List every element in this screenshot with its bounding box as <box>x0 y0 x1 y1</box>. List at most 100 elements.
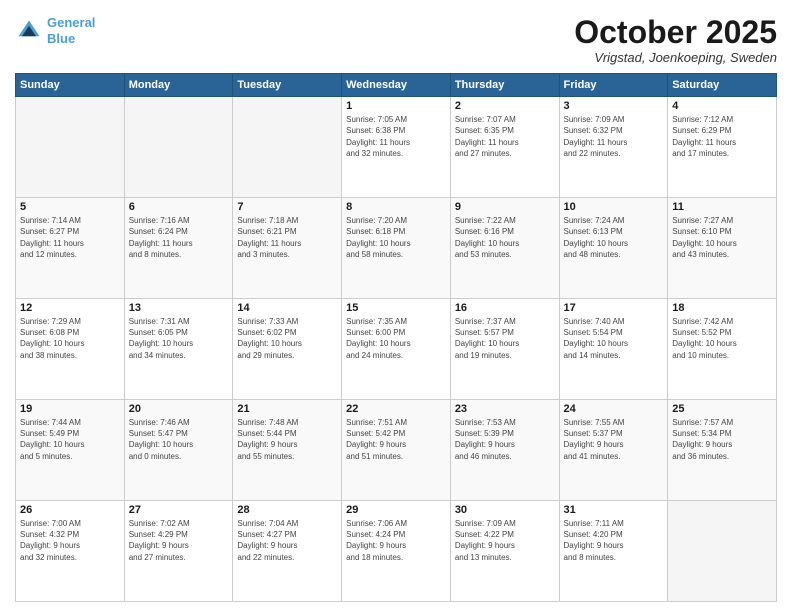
day-number: 19 <box>20 403 120 415</box>
calendar-cell: 10 Sunrise: 7:24 AM Sunset: 6:13 PM Dayli… <box>559 198 668 299</box>
day-number: 3 <box>564 100 664 112</box>
day-number: 18 <box>672 302 772 314</box>
day-number: 20 <box>129 403 229 415</box>
calendar-cell: 8 Sunrise: 7:20 AM Sunset: 6:18 PM Daylig… <box>342 198 451 299</box>
day-info: Sunrise: 7:05 AM Sunset: 6:38 PM Dayligh… <box>346 114 446 159</box>
day-info: Sunrise: 7:00 AM Sunset: 4:32 PM Dayligh… <box>20 518 120 563</box>
calendar-cell <box>124 97 233 198</box>
day-number: 10 <box>564 201 664 213</box>
day-number: 6 <box>129 201 229 213</box>
day-number: 4 <box>672 100 772 112</box>
day-info: Sunrise: 7:46 AM Sunset: 5:47 PM Dayligh… <box>129 417 229 462</box>
day-number: 13 <box>129 302 229 314</box>
day-info: Sunrise: 7:55 AM Sunset: 5:37 PM Dayligh… <box>564 417 664 462</box>
calendar-cell: 23Sunrise: 7:53 AM Sunset: 5:39 PM Dayli… <box>450 400 559 501</box>
weekday-thursday: Thursday <box>450 74 559 97</box>
weekday-tuesday: Tuesday <box>233 74 342 97</box>
day-info: Sunrise: 7:51 AM Sunset: 5:42 PM Dayligh… <box>346 417 446 462</box>
calendar-table: SundayMondayTuesdayWednesdayThursdayFrid… <box>15 73 777 602</box>
calendar-cell: 25 Sunrise: 7:57 AM Sunset: 5:34 PM Dayli… <box>668 400 777 501</box>
day-info: Sunrise: 7:40 AM Sunset: 5:54 PM Dayligh… <box>564 316 664 361</box>
day-number: 12 <box>20 302 120 314</box>
day-number: 9 <box>455 201 555 213</box>
day-info: Sunrise: 7:06 AM Sunset: 4:24 PM Dayligh… <box>346 518 446 563</box>
weekday-sunday: Sunday <box>16 74 125 97</box>
calendar-cell: 5 Sunrise: 7:14 AM Sunset: 6:27 PM Daylig… <box>16 198 125 299</box>
day-info: Sunrise: 7:53 AM Sunset: 5:39 PM Dayligh… <box>455 417 555 462</box>
calendar-cell: 30 Sunrise: 7:09 AM Sunset: 4:22 PM Dayli… <box>450 501 559 602</box>
calendar-cell <box>233 97 342 198</box>
calendar-cell: 24 Sunrise: 7:55 AM Sunset: 5:37 PM Dayli… <box>559 400 668 501</box>
day-number: 7 <box>237 201 337 213</box>
day-number: 15 <box>346 302 446 314</box>
day-number: 25 <box>672 403 772 415</box>
day-info: Sunrise: 7:02 AM Sunset: 4:29 PM Dayligh… <box>129 518 229 563</box>
day-info: Sunrise: 7:16 AM Sunset: 6:24 PM Dayligh… <box>129 215 229 260</box>
day-number: 11 <box>672 201 772 213</box>
day-number: 8 <box>346 201 446 213</box>
weekday-friday: Friday <box>559 74 668 97</box>
day-info: Sunrise: 7:24 AM Sunset: 6:13 PM Dayligh… <box>564 215 664 260</box>
day-number: 1 <box>346 100 446 112</box>
calendar-cell: 27Sunrise: 7:02 AM Sunset: 4:29 PM Dayli… <box>124 501 233 602</box>
page: General Blue October 2025 Vrigstad, Joen… <box>0 0 792 612</box>
day-number: 17 <box>564 302 664 314</box>
day-number: 26 <box>20 504 120 516</box>
calendar-cell: 2Sunrise: 7:07 AM Sunset: 6:35 PM Daylig… <box>450 97 559 198</box>
calendar-cell: 4 Sunrise: 7:12 AM Sunset: 6:29 PM Daylig… <box>668 97 777 198</box>
calendar-cell: 16Sunrise: 7:37 AM Sunset: 5:57 PM Dayli… <box>450 299 559 400</box>
day-info: Sunrise: 7:22 AM Sunset: 6:16 PM Dayligh… <box>455 215 555 260</box>
logo-icon <box>15 17 43 45</box>
day-number: 2 <box>455 100 555 112</box>
day-number: 5 <box>20 201 120 213</box>
day-number: 31 <box>564 504 664 516</box>
calendar-cell: 15 Sunrise: 7:35 AM Sunset: 6:00 PM Dayli… <box>342 299 451 400</box>
calendar-cell: 6 Sunrise: 7:16 AM Sunset: 6:24 PM Daylig… <box>124 198 233 299</box>
day-number: 30 <box>455 504 555 516</box>
calendar-cell: 1 Sunrise: 7:05 AM Sunset: 6:38 PM Daylig… <box>342 97 451 198</box>
calendar-cell: 19 Sunrise: 7:44 AM Sunset: 5:49 PM Dayli… <box>16 400 125 501</box>
day-info: Sunrise: 7:18 AM Sunset: 6:21 PM Dayligh… <box>237 215 337 260</box>
calendar-cell <box>16 97 125 198</box>
logo-line2: Blue <box>47 31 75 46</box>
day-info: Sunrise: 7:44 AM Sunset: 5:49 PM Dayligh… <box>20 417 120 462</box>
day-info: Sunrise: 7:33 AM Sunset: 6:02 PM Dayligh… <box>237 316 337 361</box>
calendar-cell: 31Sunrise: 7:11 AM Sunset: 4:20 PM Dayli… <box>559 501 668 602</box>
weekday-header-row: SundayMondayTuesdayWednesdayThursdayFrid… <box>16 74 777 97</box>
calendar-cell: 29 Sunrise: 7:06 AM Sunset: 4:24 PM Dayli… <box>342 501 451 602</box>
day-number: 22 <box>346 403 446 415</box>
day-info: Sunrise: 7:09 AM Sunset: 4:22 PM Dayligh… <box>455 518 555 563</box>
day-info: Sunrise: 7:04 AM Sunset: 4:27 PM Dayligh… <box>237 518 337 563</box>
location-subtitle: Vrigstad, Joenkoeping, Sweden <box>574 50 777 65</box>
calendar-cell: 22 Sunrise: 7:51 AM Sunset: 5:42 PM Dayli… <box>342 400 451 501</box>
calendar-cell: 14Sunrise: 7:33 AM Sunset: 6:02 PM Dayli… <box>233 299 342 400</box>
logo: General Blue <box>15 15 95 46</box>
header: General Blue October 2025 Vrigstad, Joen… <box>15 15 777 65</box>
calendar-cell: 13 Sunrise: 7:31 AM Sunset: 6:05 PM Dayli… <box>124 299 233 400</box>
day-info: Sunrise: 7:48 AM Sunset: 5:44 PM Dayligh… <box>237 417 337 462</box>
calendar-cell: 28Sunrise: 7:04 AM Sunset: 4:27 PM Dayli… <box>233 501 342 602</box>
day-info: Sunrise: 7:57 AM Sunset: 5:34 PM Dayligh… <box>672 417 772 462</box>
logo-line1: General <box>47 15 95 30</box>
day-info: Sunrise: 7:31 AM Sunset: 6:05 PM Dayligh… <box>129 316 229 361</box>
day-number: 21 <box>237 403 337 415</box>
weekday-wednesday: Wednesday <box>342 74 451 97</box>
calendar-cell <box>668 501 777 602</box>
day-info: Sunrise: 7:09 AM Sunset: 6:32 PM Dayligh… <box>564 114 664 159</box>
day-info: Sunrise: 7:35 AM Sunset: 6:00 PM Dayligh… <box>346 316 446 361</box>
calendar-cell: 12 Sunrise: 7:29 AM Sunset: 6:08 PM Dayli… <box>16 299 125 400</box>
day-number: 24 <box>564 403 664 415</box>
calendar-week-row: 12 Sunrise: 7:29 AM Sunset: 6:08 PM Dayli… <box>16 299 777 400</box>
day-info: Sunrise: 7:20 AM Sunset: 6:18 PM Dayligh… <box>346 215 446 260</box>
calendar-cell: 21 Sunrise: 7:48 AM Sunset: 5:44 PM Dayli… <box>233 400 342 501</box>
day-number: 29 <box>346 504 446 516</box>
calendar-cell: 26 Sunrise: 7:00 AM Sunset: 4:32 PM Dayli… <box>16 501 125 602</box>
day-info: Sunrise: 7:12 AM Sunset: 6:29 PM Dayligh… <box>672 114 772 159</box>
calendar-cell: 3 Sunrise: 7:09 AM Sunset: 6:32 PM Daylig… <box>559 97 668 198</box>
day-info: Sunrise: 7:29 AM Sunset: 6:08 PM Dayligh… <box>20 316 120 361</box>
calendar-cell: 17 Sunrise: 7:40 AM Sunset: 5:54 PM Dayli… <box>559 299 668 400</box>
day-number: 16 <box>455 302 555 314</box>
calendar-cell: 7 Sunrise: 7:18 AM Sunset: 6:21 PM Daylig… <box>233 198 342 299</box>
day-info: Sunrise: 7:14 AM Sunset: 6:27 PM Dayligh… <box>20 215 120 260</box>
calendar-cell: 20 Sunrise: 7:46 AM Sunset: 5:47 PM Dayli… <box>124 400 233 501</box>
